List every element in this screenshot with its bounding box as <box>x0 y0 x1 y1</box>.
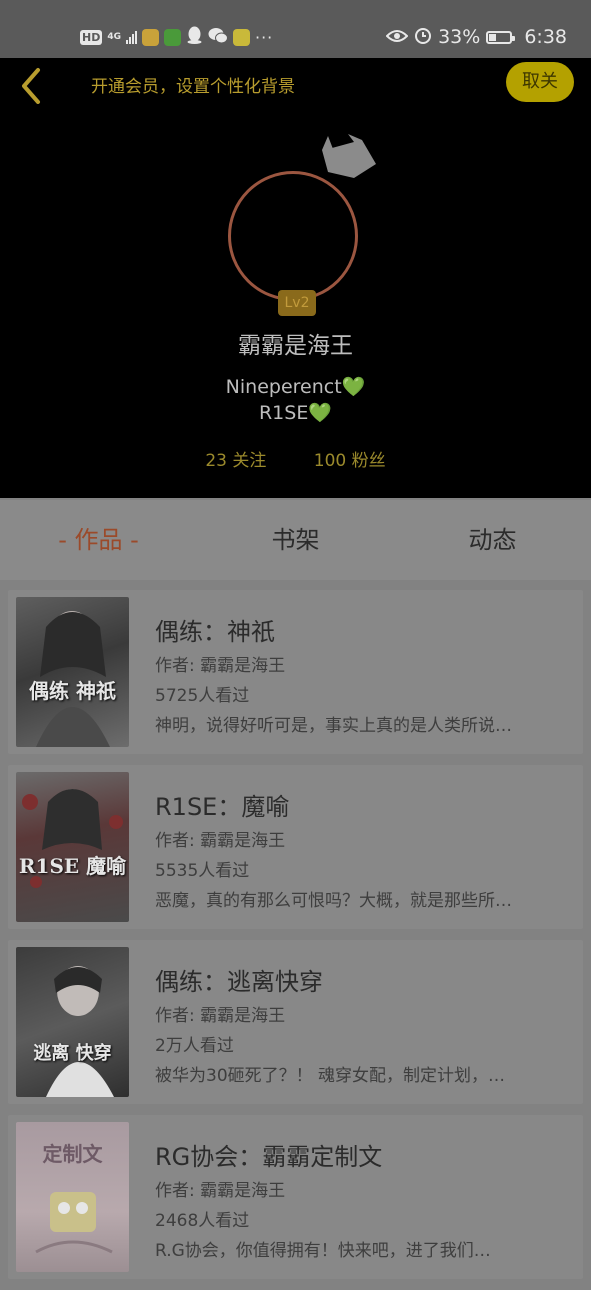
book-title: 偶练：神祇 <box>155 618 275 646</box>
app-notification-icon <box>142 28 159 46</box>
unfollow-button[interactable]: 取关 <box>506 62 574 102</box>
book-views: 5725人看过 <box>155 686 250 706</box>
book-views: 2万人看过 <box>155 1036 234 1056</box>
book-title: 偶练：逃离快穿 <box>155 968 323 996</box>
book-cover: 逃离 快穿 <box>16 947 129 1097</box>
book-author: 作者: 霸霸是海王 <box>155 656 286 676</box>
book-description: 神明，说得好听可是，事实上真的是人类所说… <box>155 716 512 736</box>
cover-title: R1SE 魔喻 <box>18 854 127 878</box>
cover-title: 定制文 <box>42 1142 103 1166</box>
chevron-left-icon <box>22 68 40 104</box>
signal-icon <box>126 30 137 44</box>
green-heart-emoji: 💚 <box>341 376 366 398</box>
signature-line-2: R1SE <box>258 402 309 424</box>
level-badge: Lv2 <box>278 290 316 316</box>
cover-portrait-icon <box>36 611 110 747</box>
qq-icon <box>186 26 203 48</box>
list-item[interactable]: R1SE 魔喻 R1SE：魔喻 作者: 霸霸是海王 5535人看过 恶魔，真的有… <box>8 765 583 929</box>
profile-header: 开通会员，设置个性化背景 取关 Lv2 霸霸是海王 Nineperenct💚 R… <box>0 58 591 498</box>
cover-title: 逃离 快穿 <box>33 1043 112 1064</box>
profile-tabs: - 作品 - 书架 动态 <box>0 500 591 580</box>
green-heart-emoji: 💚 <box>308 402 333 424</box>
book-author: 作者: 霸霸是海王 <box>155 1181 286 1201</box>
book-views: 5535人看过 <box>155 861 250 881</box>
followers-count[interactable]: 100 粉丝 <box>314 451 386 471</box>
wechat-icon <box>208 27 228 48</box>
avatar[interactable] <box>228 171 362 305</box>
crown-icon <box>322 134 376 178</box>
book-description: 恶魔，真的有那么可恨吗？大概，就是那些所… <box>155 891 512 911</box>
cover-portrait-icon <box>22 789 123 888</box>
book-description: 被华为30砸死了？！ 魂穿女配，制定计划，… <box>155 1066 506 1086</box>
battery-percent: 33% <box>438 26 481 48</box>
tab-activity[interactable]: 动态 <box>394 500 591 580</box>
back-button[interactable] <box>14 64 54 104</box>
cover-title: 偶练 神祇 <box>29 679 116 703</box>
status-left: HD 4G ··· <box>80 24 273 50</box>
following-count[interactable]: 23 关注 <box>205 451 266 471</box>
book-cover: 偶练 神祇 <box>16 597 129 747</box>
video-app-icon <box>164 28 181 46</box>
follow-stats: 23 关注 100 粉丝 <box>0 446 591 471</box>
book-author: 作者: 霸霸是海王 <box>155 831 286 851</box>
eye-icon <box>385 26 409 48</box>
list-item[interactable]: 逃离 快穿 偶练：逃离快穿 作者: 霸霸是海王 2万人看过 被华为30砸死了？！… <box>8 940 583 1104</box>
app-icon <box>233 28 250 46</box>
book-views: 2468人看过 <box>155 1211 250 1231</box>
signature-line-1: Nineperenct <box>225 376 342 398</box>
book-description: R.G协会，你值得拥有！快来吧，进了我们… <box>155 1241 491 1261</box>
user-signature: Nineperenct💚 R1SE💚 <box>0 374 591 426</box>
list-item[interactable]: 偶练 神祇 偶练：神祇 作者: 霸霸是海王 5725人看过 神明，说得好听可是，… <box>8 590 583 754</box>
cover-portrait-icon <box>46 966 114 1097</box>
hd-icon: HD <box>80 29 103 45</box>
book-title: R1SE：魔喻 <box>155 793 290 821</box>
alarm-icon <box>414 26 432 49</box>
status-bar: HD 4G ··· 33% 6:38 <box>0 0 591 58</box>
avatar-frame <box>228 171 358 301</box>
status-right: 33% 6:38 <box>385 24 567 50</box>
network-type: 4G <box>107 31 121 42</box>
book-cover: R1SE 魔喻 <box>16 772 129 922</box>
tab-bookshelf[interactable]: 书架 <box>197 500 394 580</box>
book-author: 作者: 霸霸是海王 <box>155 1006 286 1026</box>
book-cover: 定制文 <box>16 1122 129 1272</box>
vip-promo-link[interactable]: 开通会员，设置个性化背景 <box>91 72 295 97</box>
book-title: RG协会：霸霸定制文 <box>155 1143 383 1171</box>
username: 霸霸是海王 <box>238 333 353 359</box>
more-notifications: ··· <box>255 27 274 47</box>
list-item[interactable]: 定制文 RG协会：霸霸定制文 作者: 霸霸是海王 2468人看过 R.G协会，你… <box>8 1115 583 1279</box>
clock-time: 6:38 <box>524 26 567 48</box>
tab-works[interactable]: - 作品 - <box>0 500 197 580</box>
works-list: 偶练 神祇 偶练：神祇 作者: 霸霸是海王 5725人看过 神明，说得好听可是，… <box>8 590 583 1290</box>
battery-icon <box>486 30 516 44</box>
